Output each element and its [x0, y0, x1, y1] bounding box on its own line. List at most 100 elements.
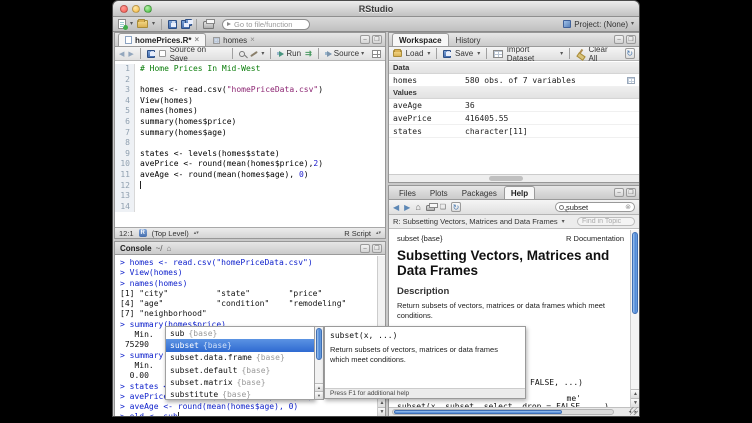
back-icon[interactable]: ◀ — [393, 203, 399, 212]
new-file-button[interactable] — [118, 19, 126, 29]
help-pane-tab[interactable]: Files — [392, 186, 423, 199]
autocomplete-item[interactable]: subset.matrix{base} — [166, 376, 314, 388]
editor-line[interactable]: 5names(homes) — [115, 106, 385, 117]
workspace-object-row[interactable]: homes580 obs. of 7 variables — [389, 74, 639, 87]
project-menu[interactable]: Project: (None) ▾ — [563, 20, 634, 29]
workspace-object-row[interactable]: aveAge36 — [389, 99, 639, 112]
maximize-pane-icon[interactable]: ❐ — [372, 35, 382, 44]
clear-all-button[interactable]: Clear All — [589, 45, 617, 63]
save-icon[interactable] — [147, 50, 155, 58]
scroll-thumb[interactable] — [394, 410, 562, 414]
scroll-up-icon[interactable]: ▲ — [378, 398, 386, 407]
goto-file-search[interactable]: Go to file/function — [222, 19, 310, 30]
editor-line[interactable]: 4View(homes) — [115, 96, 385, 107]
editor-line[interactable]: 14 — [115, 202, 385, 213]
autocomplete-item[interactable]: sub{base} — [166, 327, 314, 339]
source-on-save-checkbox[interactable] — [159, 50, 166, 57]
workspace-hscrollbar[interactable] — [389, 174, 639, 182]
minimize-pane-icon[interactable]: – — [614, 188, 624, 197]
help-hscrollbar[interactable]: ◂ ▸ — [389, 407, 639, 416]
show-panes-icon[interactable] — [372, 50, 381, 58]
forward-icon[interactable]: ▶ — [128, 50, 133, 58]
help-pane-tab[interactable]: Help — [504, 186, 535, 199]
autocomplete-item[interactable]: subset.data.frame{base} — [166, 352, 314, 364]
home-icon[interactable]: ⌂ — [415, 203, 420, 212]
forward-icon[interactable]: ▶ — [404, 203, 410, 212]
minimize-pane-icon[interactable]: – — [614, 35, 624, 44]
minimize-pane-icon[interactable]: – — [360, 244, 370, 253]
help-pane-tab[interactable]: Plots — [423, 186, 455, 199]
maximize-pane-icon[interactable]: ❐ — [372, 244, 382, 253]
close-tab-icon[interactable]: × — [194, 36, 199, 44]
description-heading: Description — [397, 286, 630, 297]
print-icon[interactable] — [203, 21, 214, 29]
editor-line[interactable]: 6summary(homes$price) — [115, 117, 385, 128]
doc-type-selector[interactable]: R Script — [344, 229, 371, 238]
back-icon[interactable]: ◀ — [119, 50, 124, 58]
editor-line[interactable]: 13 — [115, 191, 385, 202]
editor-line[interactable]: 8 — [115, 138, 385, 149]
refresh-icon[interactable]: ↻ — [625, 48, 635, 59]
open-in-window-icon[interactable]: ❏ — [440, 204, 446, 211]
clear-all-icon — [576, 49, 584, 58]
workspace-object-row[interactable]: statescharacter[11] — [389, 125, 639, 138]
editor-tab[interactable]: homePrices.R* × — [118, 33, 206, 46]
editor-line[interactable]: 3homes <- read.csv("homePriceData.csv") — [115, 85, 385, 96]
scroll-down-icon[interactable]: ▼ — [631, 398, 640, 407]
editor-line[interactable]: 10avePrice <- round(mean(homes$price),2) — [115, 159, 385, 170]
scroll-thumb[interactable] — [316, 328, 322, 360]
open-file-icon[interactable] — [137, 20, 148, 28]
help-vscrollbar[interactable]: ▲ ▼ — [630, 230, 639, 407]
minimize-pane-icon[interactable]: – — [360, 35, 370, 44]
help-search-box[interactable]: subset ⊗ — [555, 202, 635, 212]
find-icon[interactable] — [239, 51, 245, 57]
close-tab-icon[interactable]: × — [250, 36, 255, 44]
editor-line[interactable]: 11aveAge <- round(mean(homes$age), 0) — [115, 170, 385, 181]
help-pane-tab[interactable]: Packages — [455, 186, 504, 199]
scroll-up-icon[interactable]: ▲ — [315, 383, 323, 391]
load-button[interactable]: Load — [406, 49, 424, 58]
import-dataset-button[interactable]: Import Dataset — [507, 45, 556, 63]
clear-search-icon[interactable]: ⊗ — [625, 203, 631, 211]
autocomplete-item[interactable]: substitute{base} — [166, 388, 314, 400]
workspace-tab[interactable]: Workspace — [392, 33, 449, 46]
save-button[interactable]: Save — [455, 49, 473, 58]
workspace-tab[interactable]: History — [449, 33, 488, 46]
maximize-pane-icon[interactable]: ❐ — [626, 35, 636, 44]
editor-tab[interactable]: homes × — [206, 33, 262, 46]
workspace-object-row[interactable]: avePrice416405.55 — [389, 112, 639, 125]
refresh-icon[interactable]: ↻ — [451, 202, 461, 212]
save-icon[interactable] — [168, 20, 177, 29]
title-bar[interactable]: RStudio — [113, 1, 639, 17]
editor-line[interactable]: 7summary(homes$age) — [115, 128, 385, 139]
autocomplete-item[interactable]: subset{base} — [166, 339, 314, 351]
source-button[interactable]: Source ▾ — [325, 49, 364, 58]
home-icon[interactable]: ⌂ — [166, 244, 171, 253]
open-file-dropdown-icon[interactable]: ▾ — [152, 21, 155, 27]
scroll-thumb[interactable] — [632, 232, 638, 314]
run-button[interactable]: Run — [277, 49, 301, 58]
find-in-topic-input[interactable]: Find in Topic — [577, 217, 635, 226]
resize-grip[interactable] — [630, 407, 638, 415]
editor-line[interactable]: 12 — [115, 181, 385, 192]
editor-line[interactable]: 9states <- levels(homes$state) — [115, 149, 385, 160]
autocomplete-item[interactable]: subset.default{base} — [166, 364, 314, 376]
editor-line[interactable]: 2 — [115, 75, 385, 86]
view-data-icon[interactable] — [627, 77, 635, 84]
maximize-pane-icon[interactable]: ❐ — [626, 188, 636, 197]
scope-selector[interactable]: (Top Level) — [152, 229, 189, 238]
scroll-up-icon[interactable]: ▲ — [631, 389, 640, 398]
save-all-icon[interactable] — [181, 20, 190, 29]
code-tools-dropdown-icon[interactable]: ▾ — [261, 51, 264, 57]
autocomplete-scrollbar[interactable]: ▲ ▼ — [315, 326, 324, 400]
editor-code-area[interactable]: 1# Home Prices In Mid-West23homes <- rea… — [115, 62, 385, 227]
rerun-icon[interactable]: ⇉ — [305, 49, 312, 58]
scroll-down-icon[interactable]: ▼ — [378, 407, 386, 416]
scroll-down-icon[interactable]: ▼ — [315, 391, 323, 399]
code-tools-icon[interactable] — [249, 49, 258, 58]
help-topic-title[interactable]: R: Subsetting Vectors, Matrices and Data… — [393, 217, 558, 226]
print-icon[interactable] — [426, 205, 435, 211]
editor-line[interactable]: 1# Home Prices In Mid-West — [115, 64, 385, 75]
new-file-dropdown-icon[interactable]: ▾ — [130, 21, 133, 27]
topic-dropdown-icon[interactable]: ▾ — [562, 219, 565, 225]
